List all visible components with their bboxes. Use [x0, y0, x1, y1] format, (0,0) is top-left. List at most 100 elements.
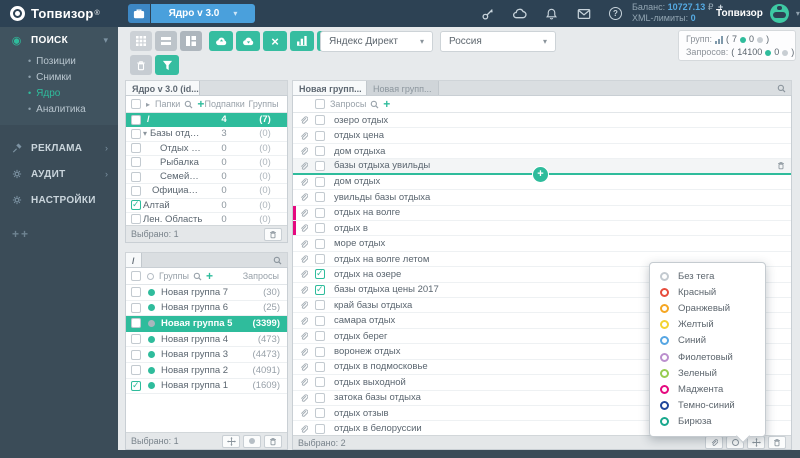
view-list-button[interactable] — [155, 31, 177, 51]
group-row[interactable]: ✓ Новая группа 7 (30) — [126, 285, 287, 301]
statistics-button[interactable] — [290, 31, 314, 51]
row-checkbox[interactable]: ✓ — [315, 146, 325, 157]
paperclip-icon[interactable] — [299, 239, 308, 249]
updates-cloud-icon[interactable] — [512, 6, 527, 21]
sidebar-collapse-button[interactable]: ++ — [12, 227, 118, 241]
row-checkbox[interactable]: ✓ — [315, 315, 325, 326]
paperclip-icon[interactable] — [299, 223, 308, 233]
folder-row[interactable]: ✓ ▾ Базы отдыха 3 (0) — [126, 127, 287, 142]
api-key-icon[interactable] — [480, 6, 495, 21]
delete-query-button[interactable] — [768, 436, 786, 449]
tag-menu-item[interactable]: Красный — [650, 284, 765, 300]
row-checkbox[interactable]: ✓ — [131, 114, 141, 125]
trash-icon[interactable] — [777, 161, 785, 170]
export-button[interactable] — [236, 31, 260, 51]
delete-folder-button[interactable] — [264, 227, 282, 241]
move-query-button[interactable] — [747, 436, 765, 449]
tag-menu-item[interactable]: Фиолетовый — [650, 349, 765, 365]
collapse-arrow-icon[interactable]: ▸ — [146, 100, 150, 109]
expand-arrow-icon[interactable]: ▾ — [143, 129, 147, 138]
paperclip-icon[interactable] — [299, 254, 308, 264]
tab-folder-root[interactable]: / — [126, 253, 142, 268]
row-checkbox[interactable]: ✓ — [315, 176, 325, 187]
query-row[interactable]: ✓ отдых цена — [293, 128, 791, 144]
paperclip-icon[interactable] — [299, 393, 308, 403]
row-checkbox[interactable]: ✓ — [315, 361, 325, 372]
attach-query-button[interactable] — [705, 436, 723, 449]
query-row[interactable]: ✓ отдых на волге — [293, 205, 791, 221]
paperclip-icon[interactable] — [299, 115, 308, 125]
group-row[interactable]: ✓ Новая группа 5 (3399) — [126, 316, 287, 332]
cross-match-button[interactable]: × — [263, 31, 287, 51]
row-checkbox[interactable]: ✓ — [131, 349, 141, 360]
tag-menu-item[interactable]: Зеленый — [650, 365, 765, 381]
tab-project[interactable]: Ядро v 3.0 (id... — [126, 81, 200, 96]
row-checkbox[interactable]: ✓ — [131, 302, 141, 313]
row-checkbox[interactable]: ✓ — [315, 238, 325, 249]
row-checkbox[interactable]: ✓ — [131, 214, 141, 225]
row-checkbox[interactable]: ✓ — [315, 130, 325, 141]
sidebar-item-pozicii[interactable]: • Позиции — [0, 53, 118, 69]
folder-row[interactable]: ✓ ▾ Алтай 0 (0) — [126, 199, 287, 213]
sidebar-item-yadro[interactable]: • Ядро — [0, 85, 118, 101]
row-checkbox[interactable]: ✓ — [315, 346, 325, 357]
paperclip-icon[interactable] — [299, 316, 308, 326]
move-group-button[interactable] — [222, 434, 240, 448]
tag-menu-item[interactable]: Желтый — [650, 317, 765, 333]
row-checkbox[interactable]: ✓ — [131, 318, 141, 329]
tag-menu-item[interactable]: Маджента — [650, 381, 765, 397]
query-row[interactable]: ✓ отдых в — [293, 220, 791, 237]
import-button[interactable] — [209, 31, 233, 51]
row-checkbox[interactable]: ✓ — [315, 408, 325, 419]
folder-row[interactable]: ✓ ▾ Рыбалка 0 (0) — [126, 156, 287, 170]
tag-menu-item[interactable]: Синий — [650, 333, 765, 349]
row-checkbox[interactable]: ✓ — [131, 143, 141, 154]
row-checkbox[interactable]: ✓ — [131, 334, 141, 345]
row-checkbox[interactable]: ✓ — [315, 423, 325, 434]
row-checkbox[interactable]: ✓ — [315, 160, 325, 171]
region-dropdown[interactable]: Россия ▾ — [440, 31, 556, 52]
search-icon[interactable] — [184, 100, 193, 109]
paperclip-icon[interactable] — [299, 269, 308, 279]
row-checkbox[interactable]: ✓ — [131, 185, 141, 196]
sidebar-item-nastroyki[interactable]: НАСТРОЙКИ — [0, 187, 118, 213]
row-checkbox[interactable]: ✓ — [315, 377, 325, 388]
row-checkbox[interactable]: ✓ — [315, 254, 325, 264]
group-row[interactable]: ✓ Новая группа 2 (4091) — [126, 363, 287, 379]
group-row[interactable]: ✓ Новая группа 6 (25) — [126, 301, 287, 317]
sidebar-item-snimki[interactable]: • Снимки — [0, 69, 118, 85]
paperclip-icon[interactable] — [299, 300, 308, 310]
folder-row[interactable]: ✓ ▾ Семейный 0 (0) — [126, 170, 287, 185]
select-all-checkbox[interactable]: ✓ — [131, 271, 141, 281]
messages-mail-icon[interactable] — [576, 6, 591, 21]
group-status-button[interactable] — [243, 434, 261, 448]
search-icon[interactable] — [193, 272, 202, 281]
row-checkbox[interactable]: ✓ — [315, 207, 325, 218]
search-icon[interactable] — [777, 81, 791, 95]
insert-queries-button[interactable]: + — [533, 167, 548, 182]
row-checkbox[interactable]: ✓ — [315, 268, 325, 280]
tab-group-2[interactable]: Новая групп... — [367, 81, 439, 96]
row-checkbox[interactable]: ✓ — [315, 223, 325, 234]
sidebar-item-reklama[interactable]: РЕКЛАМА › — [0, 135, 118, 161]
delete-group-button[interactable] — [264, 434, 282, 448]
query-row[interactable]: ✓ увильды базы отдыха — [293, 190, 791, 206]
add-folder-button[interactable]: + — [197, 98, 204, 110]
search-engine-dropdown[interactable]: Яндекс Директ ▾ — [320, 31, 433, 52]
project-dropdown[interactable]: Ядро v 3.0 ▾ — [151, 4, 255, 23]
row-checkbox[interactable]: ✓ — [131, 380, 141, 391]
folder-row[interactable]: ✓ ▾ Лен. Область 0 (0) — [126, 213, 287, 225]
query-row[interactable]: ✓ море отдых — [293, 236, 791, 252]
group-row[interactable]: ✓ Новая группа 3 (4473) — [126, 347, 287, 363]
filter-button[interactable] — [155, 55, 179, 75]
group-row[interactable]: ✓ Новая группа 1 (1609) — [126, 379, 287, 395]
view-split-button[interactable] — [180, 31, 202, 51]
sidebar-item-analitika[interactable]: • Аналитика — [0, 101, 118, 117]
logo[interactable]: Топвизор ® — [10, 0, 100, 27]
row-checkbox[interactable]: ✓ — [131, 171, 141, 182]
tag-menu-item[interactable]: Оранжевый — [650, 300, 765, 316]
folder-row[interactable]: ✓ ▾ / 4 (7) — [126, 113, 287, 128]
row-checkbox[interactable]: ✓ — [315, 331, 325, 342]
view-grid-button[interactable] — [130, 31, 152, 51]
row-checkbox[interactable]: ✓ — [315, 392, 325, 403]
